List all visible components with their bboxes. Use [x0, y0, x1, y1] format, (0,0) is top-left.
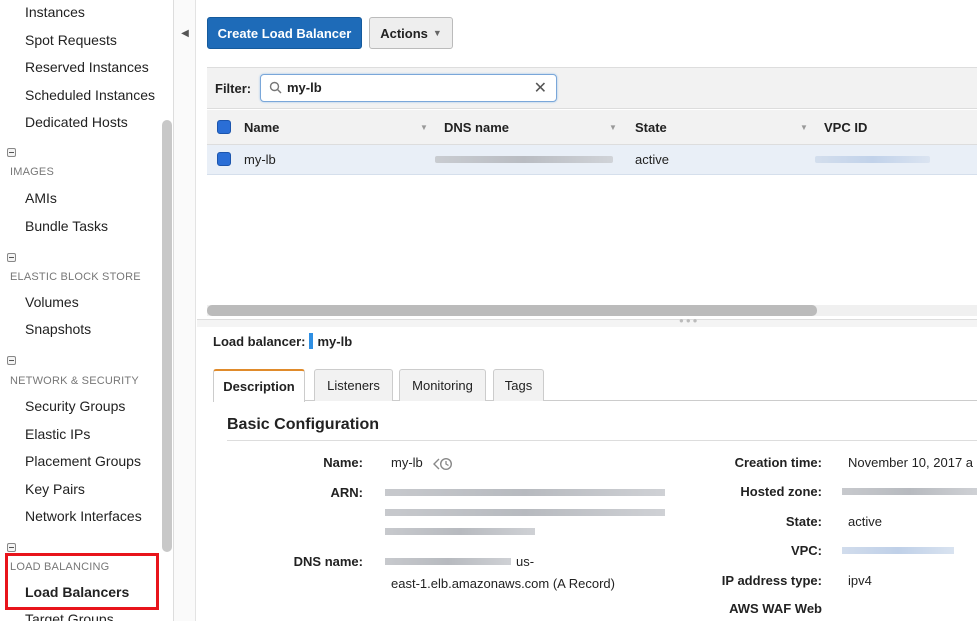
sidebar-item-security-groups[interactable]: Security Groups: [25, 398, 125, 414]
panel-splitter[interactable]: ●●●: [197, 316, 977, 327]
row-state: active: [635, 152, 669, 167]
selected-marker: [309, 333, 314, 349]
sidebar-item-reserved-instances[interactable]: Reserved Instances: [25, 59, 149, 75]
select-all-checkbox[interactable]: [217, 120, 231, 134]
sidebar-item-target-groups[interactable]: Target Groups: [25, 611, 114, 621]
table-header: Name ▼ DNS name ▼ State ▼ VPC ID: [207, 110, 977, 145]
col-header-dns[interactable]: DNS name: [444, 110, 509, 144]
ip-type-label: IP address type:: [721, 573, 822, 588]
col-header-name[interactable]: Name: [244, 110, 279, 144]
waf-label: AWS WAF Web: [729, 601, 822, 616]
collapse-lb-icon[interactable]: [7, 543, 16, 552]
col-header-vpc[interactable]: VPC ID: [824, 110, 867, 144]
ip-type-value: ipv4: [848, 573, 872, 588]
creation-time-label: Creation time:: [734, 455, 822, 470]
dns-label: DNS name:: [293, 554, 363, 569]
sidebar: Instances Spot Requests Reserved Instanc…: [0, 0, 174, 621]
sidebar-item-snapshots[interactable]: Snapshots: [25, 321, 91, 337]
arn-redacted: [385, 489, 665, 496]
tab-listeners[interactable]: Listeners: [314, 369, 393, 401]
detail-tabs: Description Listeners Monitoring Tags: [213, 369, 977, 402]
row-name: my-lb: [244, 152, 276, 167]
filter-bar: Filter: ✕: [207, 67, 977, 109]
create-load-balancer-button[interactable]: Create Load Balancer: [207, 17, 362, 49]
filter-label: Filter:: [215, 81, 252, 96]
arn-label: ARN:: [330, 485, 364, 500]
toolbar: Create Load Balancer Actions ▼: [197, 0, 977, 66]
state-label: State:: [785, 514, 822, 529]
name-value: my-lb: [391, 455, 454, 471]
filter-input[interactable]: [287, 80, 517, 95]
dns-redacted: [385, 558, 511, 565]
filter-box[interactable]: ✕: [260, 74, 557, 102]
section-ebs: ELASTIC BLOCK STORE: [10, 271, 141, 283]
tab-monitoring[interactable]: Monitoring: [399, 369, 486, 401]
sidebar-item-elastic-ips[interactable]: Elastic IPs: [25, 426, 90, 442]
arn-redacted: [385, 509, 665, 516]
sidebar-item-placement-groups[interactable]: Placement Groups: [25, 453, 141, 469]
clear-icon[interactable]: ✕: [534, 78, 547, 98]
name-label: Name:: [323, 455, 363, 470]
row-dns-redacted: [435, 145, 613, 174]
sidebar-scrollbar[interactable]: [162, 120, 172, 552]
sidebar-item-scheduled-instances[interactable]: Scheduled Instances: [25, 87, 155, 103]
vpc-label: VPC:: [790, 543, 822, 558]
actions-button[interactable]: Actions ▼: [369, 17, 453, 49]
highlight-box: [5, 553, 159, 610]
collapse-left-icon[interactable]: ◀: [179, 26, 191, 42]
arn-redacted: [385, 528, 535, 535]
sidebar-collapse-column: ◀: [174, 0, 196, 621]
collapse-images-icon[interactable]: [7, 148, 16, 157]
chevron-down-icon: ▼: [432, 28, 442, 38]
drag-handle-icon[interactable]: ●●●: [679, 316, 700, 325]
load-balancer-title: Load balancer: my-lb: [213, 333, 353, 349]
sort-dns-icon[interactable]: ▼: [609, 123, 617, 132]
sidebar-item-network-interfaces[interactable]: Network Interfaces: [25, 508, 142, 524]
sidebar-item-volumes[interactable]: Volumes: [25, 294, 79, 310]
sidebar-item-bundle-tasks[interactable]: Bundle Tasks: [25, 218, 108, 234]
collapse-ebs-icon[interactable]: [7, 253, 16, 262]
dns-tail: us-: [516, 554, 535, 569]
state-value: active: [848, 514, 882, 529]
creation-time-value: November 10, 2017 a: [848, 455, 974, 470]
table-row[interactable]: my-lb active: [207, 145, 977, 175]
dns-line2: east-1.elb.amazonaws.com (A Record): [391, 576, 615, 591]
tab-description[interactable]: Description: [213, 369, 305, 402]
section-images: IMAGES: [10, 166, 54, 178]
sidebar-item-key-pairs[interactable]: Key Pairs: [25, 481, 85, 497]
vpc-redacted: [842, 547, 954, 554]
sidebar-item-dedicated-hosts[interactable]: Dedicated Hosts: [25, 114, 128, 130]
row-checkbox[interactable]: [217, 152, 231, 166]
row-vpc-redacted: [815, 145, 930, 174]
actions-label: Actions: [380, 25, 428, 41]
sidebar-item-instances[interactable]: Instances: [25, 4, 85, 20]
section-network-security: NETWORK & SECURITY: [10, 375, 139, 387]
section-divider: [227, 440, 977, 441]
history-icon[interactable]: [432, 457, 454, 471]
col-header-state[interactable]: State: [635, 110, 667, 144]
main-panel: Create Load Balancer Actions ▼ Filter: ✕…: [197, 0, 977, 621]
load-balancer-table: Name ▼ DNS name ▼ State ▼ VPC ID my-lb a…: [207, 110, 977, 175]
hosted-zone-redacted: [842, 488, 977, 495]
hosted-zone-label: Hosted zone:: [740, 484, 822, 499]
section-title: Basic Configuration: [227, 416, 380, 433]
sidebar-item-amis[interactable]: AMIs: [25, 190, 57, 206]
horizontal-scrollbar[interactable]: [207, 305, 817, 316]
search-icon: [269, 81, 282, 94]
sort-name-icon[interactable]: ▼: [420, 123, 428, 132]
sort-state-icon[interactable]: ▼: [800, 123, 808, 132]
tab-tags[interactable]: Tags: [493, 369, 544, 401]
collapse-network-icon[interactable]: [7, 356, 16, 365]
sidebar-item-spot-requests[interactable]: Spot Requests: [25, 32, 117, 48]
